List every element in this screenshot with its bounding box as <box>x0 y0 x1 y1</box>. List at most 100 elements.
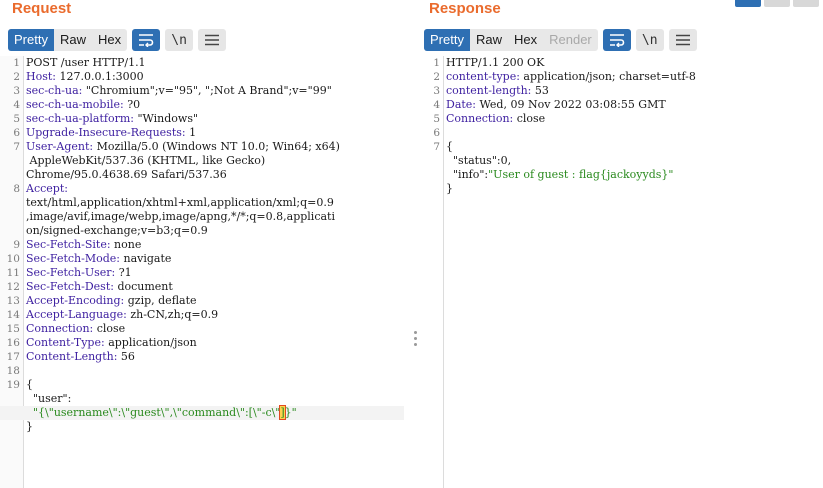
header-name: User-Agent: <box>26 140 94 153</box>
request-code-line[interactable]: 6 Upgrade-Insecure-Requests: 1 <box>0 126 404 140</box>
line-text: { <box>26 378 33 392</box>
line-number: 4 <box>433 99 440 111</box>
layout-tabs-button[interactable] <box>793 0 819 7</box>
request-code-line[interactable]: text/html,application/xhtml+xml,applicat… <box>0 196 404 210</box>
request-code-line[interactable]: 19 { <box>0 378 404 392</box>
response-code-line[interactable]: 2 content-type: application/json; charset… <box>420 70 815 84</box>
request-code-line[interactable]: 7 User-Agent: Mozilla/5.0 (Windows NT 10.… <box>0 140 404 154</box>
header-name: sec-ch-ua-platform: <box>26 112 134 125</box>
request-code-line[interactable]: 17 Content-Length: 56 <box>0 350 404 364</box>
line-text: Accept: <box>26 182 68 196</box>
request-code-line[interactable]: 14 Accept-Language: zh-CN,zh;q=0.9 <box>0 308 404 322</box>
line-text: "info":"User of guest : flag{jackoyyds}" <box>446 168 674 182</box>
response-tab-render[interactable]: Render <box>543 29 598 51</box>
response-code-line[interactable]: 7{ <box>420 140 815 154</box>
request-code-line[interactable]: ,image/avif,image/webp,image/apng,*/*;q=… <box>0 210 404 224</box>
header-name: Sec-Fetch-Mode: <box>26 252 120 265</box>
line-text: "user": <box>26 392 71 406</box>
request-code-line[interactable]: } <box>0 420 404 434</box>
line-number: 13 <box>6 295 20 307</box>
line-text: Sec-Fetch-Dest: document <box>26 280 173 294</box>
line-number: 14 <box>6 309 20 321</box>
request-code-line[interactable]: 13 Accept-Encoding: gzip, deflate <box>0 294 404 308</box>
line-number: 17 <box>6 351 20 363</box>
response-tab-pretty[interactable]: Pretty <box>424 29 470 51</box>
line-text: Content-Type: application/json <box>26 336 197 350</box>
request-code-line[interactable]: 16 Content-Type: application/json <box>0 336 404 350</box>
response-toolbar: Pretty Raw Hex Render \n <box>424 28 697 52</box>
request-newline-button[interactable]: \n <box>165 29 194 51</box>
request-code-line[interactable]: 5 sec-ch-ua-platform: "Windows" <box>0 112 404 126</box>
response-tab-raw[interactable]: Raw <box>470 29 508 51</box>
layout-split-horizontal-button[interactable] <box>735 0 761 7</box>
line-number: 5 <box>433 113 440 125</box>
line-number: 3 <box>433 85 440 97</box>
code-token: Wed, 09 Nov 2022 03:08:55 GMT <box>476 98 666 111</box>
request-code-line[interactable]: 3 sec-ch-ua: "Chromium";v="95", ";Not A B… <box>0 84 404 98</box>
response-tab-hex[interactable]: Hex <box>508 29 543 51</box>
string-value: }" <box>284 406 297 419</box>
request-code-line[interactable]: "user": <box>0 392 404 406</box>
request-code-line[interactable]: 9 Sec-Fetch-Site: none <box>0 238 404 252</box>
request-code-line[interactable]: AppleWebKit/537.36 (KHTML, like Gecko) <box>0 154 404 168</box>
line-text: sec-ch-ua: "Chromium";v="95", ";Not A Br… <box>26 84 332 98</box>
response-word-wrap-button[interactable] <box>602 29 631 51</box>
response-newline-button[interactable]: \n <box>635 29 664 51</box>
header-name: Accept-Language: <box>26 308 127 321</box>
pane-divider[interactable] <box>412 0 420 488</box>
request-tab-pretty[interactable]: Pretty <box>8 29 54 51</box>
request-tab-hex[interactable]: Hex <box>92 29 127 51</box>
request-code-line[interactable]: 8 Accept: <box>0 182 404 196</box>
line-text: Sec-Fetch-Mode: navigate <box>26 252 171 266</box>
response-code-line[interactable]: "status":0, <box>420 154 815 168</box>
line-text: "status":0, <box>446 154 511 168</box>
header-name: Sec-Fetch-User: <box>26 266 116 279</box>
request-code-line[interactable]: 15 Connection: close <box>0 322 404 336</box>
response-code-line[interactable]: 5 Connection: close <box>420 112 815 126</box>
code-token: "status":0, <box>446 154 512 167</box>
request-title: Request <box>12 0 72 17</box>
header-name: Accept: <box>26 182 68 195</box>
code-token: none <box>110 238 142 251</box>
response-code-line[interactable]: 1 HTTP/1.1 200 OK <box>420 56 815 70</box>
line-number: 6 <box>13 127 20 139</box>
newline-icon: \n <box>171 32 187 48</box>
newline-icon: \n <box>641 32 658 48</box>
request-tab-raw[interactable]: Raw <box>54 29 92 51</box>
request-code-line[interactable]: 1 POST /user HTTP/1.1 <box>0 56 404 70</box>
drag-handle-icon[interactable] <box>414 331 418 349</box>
response-code-line[interactable]: } <box>420 182 815 196</box>
request-code-line[interactable]: "{\"username\":\"guest\",\"command\":[\"… <box>0 405 404 420</box>
request-code-line[interactable]: 4 sec-ch-ua-mobile: ?0 <box>0 98 404 112</box>
response-editor[interactable]: 1 HTTP/1.1 200 OK 2 content-type: applicati… <box>420 56 823 488</box>
line-text: Date: Wed, 09 Nov 2022 03:08:55 GMT <box>446 98 666 112</box>
response-code-line[interactable]: "info":"User of guest : flag{jackoyyds}" <box>420 168 815 182</box>
request-code-line[interactable]: on/signed-exchange;v=b3;q=0.9 <box>0 224 404 238</box>
response-menu-button[interactable] <box>668 29 697 51</box>
request-code-line[interactable]: 11 Sec-Fetch-User: ?1 <box>0 266 404 280</box>
request-editor[interactable]: 1 POST /user HTTP/1.1 2 Host: 127.0.0.1:300… <box>0 56 412 488</box>
request-menu-button[interactable] <box>198 29 227 51</box>
code-token: 127.0.0.1:3000 <box>56 70 144 83</box>
line-number: 18 <box>6 365 20 377</box>
code-token: HTTP/1.1 200 OK <box>446 56 545 69</box>
response-code-line[interactable]: 4 Date: Wed, 09 Nov 2022 03:08:55 GMT <box>420 98 815 112</box>
request-code-line[interactable]: 2 Host: 127.0.0.1:3000 <box>0 70 404 84</box>
line-number: 7 <box>13 141 20 153</box>
request-code-line[interactable]: Chrome/95.0.4638.69 Safari/537.36 <box>0 168 404 182</box>
request-code-line[interactable]: 12 Sec-Fetch-Dest: document <box>0 280 404 294</box>
header-name: sec-ch-ua-mobile: <box>26 98 124 111</box>
line-number: 12 <box>6 281 20 293</box>
request-code-line[interactable]: 18 <box>0 364 404 378</box>
response-code-line[interactable]: 3 content-length: 53 <box>420 84 815 98</box>
response-code-line[interactable]: 6 <box>420 126 815 140</box>
code-token: Mozilla/5.0 (Windows NT 10.0; Win64; x64… <box>93 140 340 153</box>
response-pane: Response Pretty Raw Hex Render \n 1 HTTP/… <box>420 0 823 488</box>
request-code-line[interactable]: 10 Sec-Fetch-Mode: navigate <box>0 252 404 266</box>
line-text: Accept-Language: zh-CN,zh;q=0.9 <box>26 308 218 322</box>
request-word-wrap-button[interactable] <box>132 29 161 51</box>
request-toolbar: Pretty Raw Hex \n <box>8 28 227 52</box>
line-text: Sec-Fetch-Site: none <box>26 238 141 252</box>
header-name: Sec-Fetch-Site: <box>26 238 111 251</box>
layout-split-vertical-button[interactable] <box>764 0 790 7</box>
